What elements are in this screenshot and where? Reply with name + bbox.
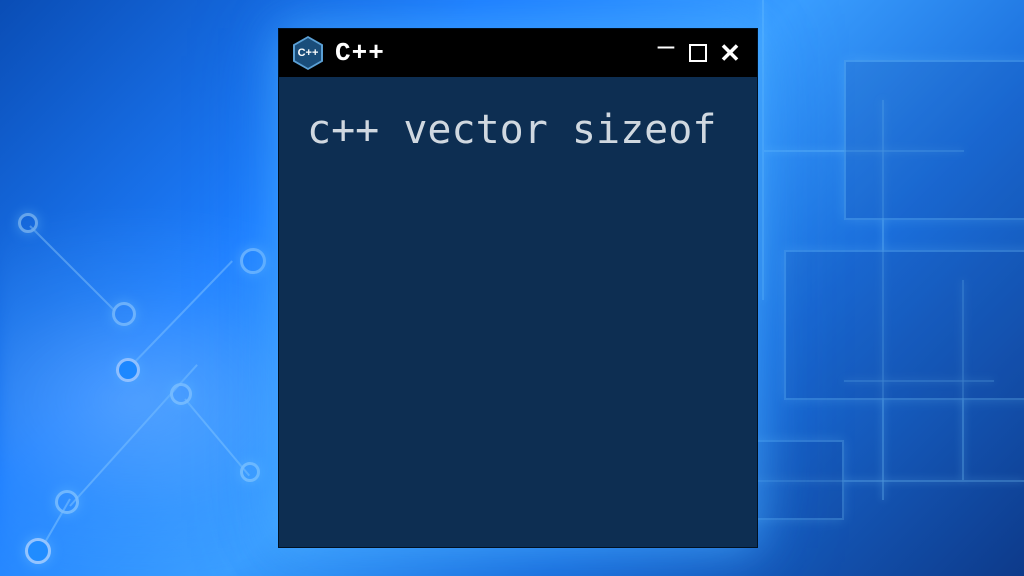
maximize-button[interactable]	[689, 44, 707, 62]
terminal-window: C++ C++ – ✕ c++ vector sizeof	[278, 28, 758, 548]
cpp-app-icon: C++	[293, 36, 323, 70]
minimize-button[interactable]: –	[653, 40, 679, 66]
close-button[interactable]: ✕	[717, 40, 743, 66]
titlebar[interactable]: C++ C++ – ✕	[279, 29, 757, 77]
terminal-content: c++ vector sizeof	[279, 77, 757, 183]
icon-label: C++	[298, 47, 319, 59]
graph-deco	[30, 140, 290, 520]
window-controls: – ✕	[653, 40, 743, 66]
window-title: C++	[335, 38, 641, 68]
